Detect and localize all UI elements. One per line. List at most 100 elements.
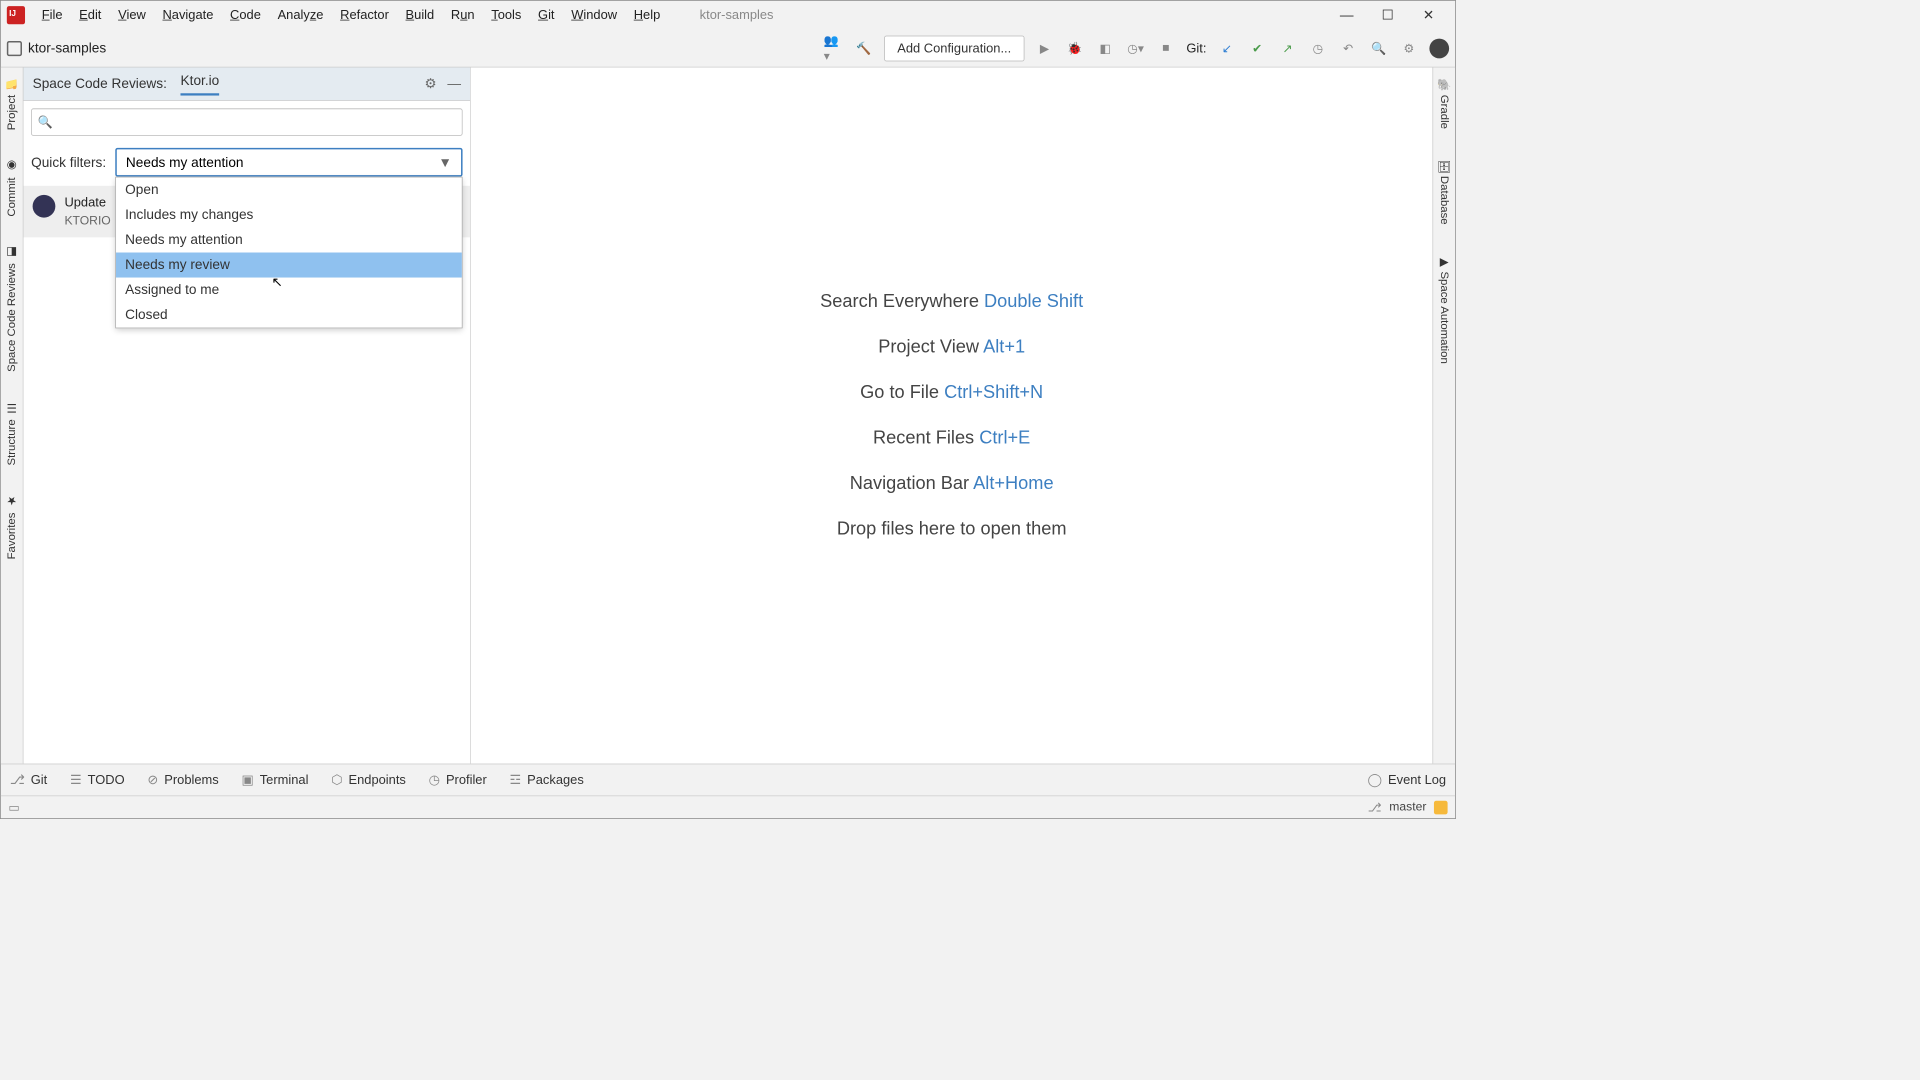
quick-filters-label: Quick filters:: [31, 154, 106, 170]
bottom-packages[interactable]: ☲Packages: [510, 772, 584, 787]
review-subtitle: KTORIO: [64, 215, 110, 229]
right-tool-gutter: 🐘Gradle 🗄Database ▶Space Automation: [1432, 67, 1455, 763]
review-title: Update: [64, 195, 110, 210]
bottom-endpoints[interactable]: ⬡Endpoints: [331, 772, 406, 787]
status-bar: ▭ ⎇ master: [1, 795, 1455, 818]
terminal-icon: ▣: [241, 772, 253, 787]
quick-filters-select[interactable]: Needs my attention ▼ Open Includes my ch…: [115, 148, 462, 177]
minimize-button[interactable]: —: [1338, 6, 1356, 24]
panel-title: Space Code Reviews:: [33, 76, 167, 92]
gutter-database[interactable]: 🗄Database: [1436, 155, 1452, 229]
database-icon: 🗄: [1438, 159, 1450, 171]
menu-tools[interactable]: Tools: [484, 5, 529, 26]
menu-window[interactable]: Window: [564, 5, 625, 26]
git-label: Git:: [1186, 41, 1206, 56]
profiler-dropdown-icon[interactable]: ◷▾: [1126, 38, 1146, 58]
bottom-profiler[interactable]: ◷Profiler: [429, 772, 487, 787]
chat-icon: ◯: [1368, 772, 1382, 787]
panel-minimize-icon[interactable]: —: [447, 76, 461, 92]
bottom-tool-bar: ⎇Git ☰TODO ⊘Problems ▣Terminal ⬡Endpoint…: [1, 764, 1455, 796]
gutter-space-automation[interactable]: ▶Space Automation: [1436, 250, 1452, 368]
lock-icon[interactable]: [1434, 800, 1448, 814]
branch-icon: ⎇: [10, 772, 25, 787]
reviews-icon: ◧: [6, 247, 18, 259]
filter-option-includes-my-changes[interactable]: Includes my changes: [116, 202, 462, 227]
run-icon[interactable]: ▶: [1035, 38, 1055, 58]
structure-icon: ☰: [6, 402, 18, 414]
history-icon[interactable]: ◷: [1308, 38, 1328, 58]
hint-go-to-file: Go to File Ctrl+Shift+N: [860, 382, 1043, 403]
chevron-down-icon: ▼: [438, 154, 452, 170]
bottom-terminal[interactable]: ▣Terminal: [241, 772, 308, 787]
menu-build[interactable]: Build: [398, 5, 442, 26]
stop-icon[interactable]: ■: [1156, 38, 1176, 58]
window-title: ktor-samples: [700, 8, 774, 23]
menu-git[interactable]: Git: [530, 5, 562, 26]
menu-file[interactable]: File: [34, 5, 70, 26]
list-icon: ☰: [70, 772, 82, 787]
review-search-input[interactable]: 🔍: [31, 108, 462, 135]
gutter-space-reviews[interactable]: Space Code Reviews◧: [4, 242, 20, 377]
panel-tab-ktorio[interactable]: Ktor.io: [181, 72, 220, 95]
debug-icon[interactable]: 🐞: [1065, 38, 1085, 58]
menu-refactor[interactable]: Refactor: [333, 5, 397, 26]
menu-help[interactable]: Help: [626, 5, 668, 26]
users-icon[interactable]: 👥▾: [824, 38, 844, 58]
menu-run[interactable]: Run: [443, 5, 482, 26]
coverage-icon[interactable]: ◧: [1095, 38, 1115, 58]
gutter-structure[interactable]: Structure☰: [4, 398, 20, 470]
maximize-button[interactable]: ☐: [1379, 6, 1397, 24]
packages-icon: ☲: [510, 772, 522, 787]
build-hammer-icon[interactable]: 🔨: [854, 38, 874, 58]
rollback-icon[interactable]: ↶: [1338, 38, 1358, 58]
filter-option-assigned-to-me[interactable]: Assigned to me: [116, 278, 462, 303]
warning-icon: ⊘: [147, 772, 158, 787]
settings-icon[interactable]: ⚙: [1399, 38, 1419, 58]
close-button[interactable]: ✕: [1420, 6, 1438, 24]
gutter-project[interactable]: Project📁: [4, 74, 20, 135]
editor-empty-state: Search Everywhere Double Shift Project V…: [471, 67, 1433, 763]
ide-window: File Edit View Navigate Code Analyze Ref…: [0, 0, 1456, 819]
bottom-event-log[interactable]: ◯Event Log: [1368, 772, 1447, 787]
bottom-todo[interactable]: ☰TODO: [70, 772, 125, 787]
menu-analyze[interactable]: Analyze: [270, 5, 331, 26]
git-update-icon[interactable]: ↙: [1217, 38, 1237, 58]
git-commit-icon[interactable]: ✔: [1247, 38, 1267, 58]
breadcrumb[interactable]: ktor-samples: [28, 40, 106, 56]
drop-files-hint: Drop files here to open them: [837, 519, 1067, 540]
gutter-commit[interactable]: Commit◉: [4, 156, 20, 221]
review-author-avatar: [33, 195, 56, 218]
filter-option-needs-my-attention[interactable]: Needs my attention: [116, 227, 462, 252]
filter-option-closed[interactable]: Closed: [116, 303, 462, 328]
add-configuration-button[interactable]: Add Configuration...: [884, 35, 1024, 61]
status-left-icon[interactable]: ▭: [8, 800, 19, 815]
hint-navigation-bar: Navigation Bar Alt+Home: [850, 473, 1054, 494]
search-icon[interactable]: 🔍: [1369, 38, 1389, 58]
git-push-icon[interactable]: ↗: [1278, 38, 1298, 58]
git-branch[interactable]: master: [1389, 800, 1426, 814]
profiler-icon: ◷: [429, 772, 440, 787]
menu-navigate[interactable]: Navigate: [155, 5, 221, 26]
panel-gear-icon[interactable]: ⚙: [425, 76, 437, 92]
filter-selected-value: Needs my attention: [126, 154, 244, 170]
star-icon: ★: [6, 496, 18, 508]
filter-option-open[interactable]: Open: [116, 177, 462, 202]
left-tool-gutter: Project📁 Commit◉ Space Code Reviews◧ Str…: [1, 67, 24, 763]
main-toolbar: ktor-samples 👥▾ 🔨 Add Configuration... ▶…: [1, 30, 1455, 68]
folder-icon: 📁: [6, 78, 18, 90]
hint-search-everywhere: Search Everywhere Double Shift: [820, 291, 1083, 312]
automation-icon: ▶: [1438, 255, 1450, 267]
bottom-problems[interactable]: ⊘Problems: [147, 772, 218, 787]
window-controls: — ☐ ✕: [1338, 6, 1449, 24]
hint-project-view: Project View Alt+1: [878, 337, 1025, 358]
menu-view[interactable]: View: [110, 5, 153, 26]
gutter-favorites[interactable]: Favorites★: [4, 491, 20, 564]
menu-edit[interactable]: Edit: [72, 5, 109, 26]
menu-code[interactable]: Code: [222, 5, 268, 26]
gutter-gradle[interactable]: 🐘Gradle: [1436, 74, 1452, 134]
module-icon: [7, 41, 22, 56]
bottom-git[interactable]: ⎇Git: [10, 772, 47, 787]
filter-option-needs-my-review[interactable]: Needs my review: [116, 253, 462, 278]
app-icon: [7, 6, 25, 24]
user-avatar[interactable]: [1429, 38, 1449, 58]
